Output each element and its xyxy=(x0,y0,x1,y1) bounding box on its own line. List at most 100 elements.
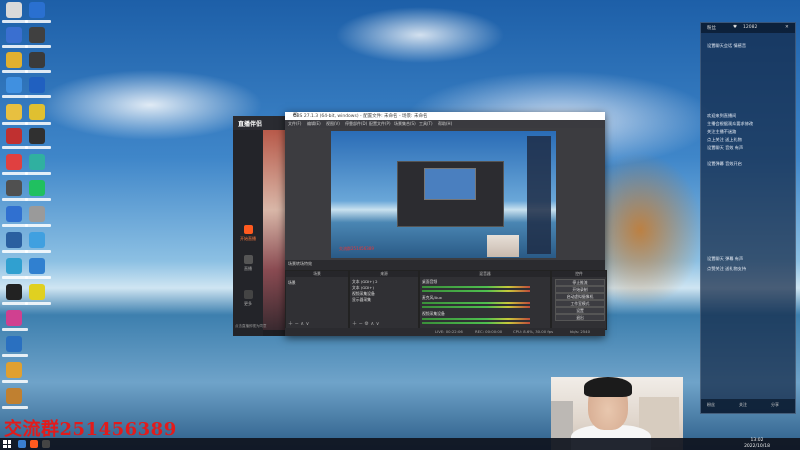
desktop-icon[interactable] xyxy=(6,2,22,18)
desktop-icon[interactable] xyxy=(6,388,22,404)
desktop-icon[interactable] xyxy=(6,128,22,144)
obs-preview[interactable]: 交流群251456389 xyxy=(331,131,556,258)
desktop-icon[interactable] xyxy=(6,232,22,248)
mixer-meter xyxy=(422,322,530,324)
desktop-icon[interactable] xyxy=(6,206,22,222)
desktop-icon[interactable] xyxy=(29,154,45,170)
scene-item[interactable]: 场景 xyxy=(288,280,296,286)
desktop-icon[interactable] xyxy=(6,52,22,68)
chat-message: 点赞关注 送礼物支持 xyxy=(707,266,747,271)
fan-count: 12082 xyxy=(743,25,758,30)
live-timer: LIVE: 00:22:06 xyxy=(435,329,463,334)
desktop-icon[interactable] xyxy=(29,232,45,248)
close-icon[interactable]: ✕ xyxy=(785,25,789,30)
chat-footer-item[interactable]: 关注 xyxy=(739,402,747,408)
desktop-icon[interactable] xyxy=(6,336,22,352)
desktop-icon[interactable] xyxy=(29,27,45,43)
live-more-icon[interactable] xyxy=(244,290,253,299)
menu-scene-collection[interactable]: 场景集合(S) xyxy=(394,121,416,127)
desktop-icon[interactable] xyxy=(29,284,45,300)
desktop-icon[interactable] xyxy=(29,2,45,18)
exit-button[interactable]: 退出 xyxy=(555,314,605,321)
obs-menu-bar: 文件(F) 编辑(E) 视图(V) 停靠部件(D) 配置文件(P) 场景集合(S… xyxy=(285,120,605,128)
chat-footer-item[interactable]: 粉丝 xyxy=(707,402,715,408)
studio-mode-button[interactable]: 工作室模式 xyxy=(555,300,605,307)
desktop-icon[interactable] xyxy=(29,52,45,68)
mixer-meter xyxy=(422,302,530,304)
mixer-meter xyxy=(422,286,530,288)
live-side-item-live[interactable]: 直播 xyxy=(238,266,258,272)
mixer-dock-header: 混音器 xyxy=(420,271,550,277)
desktop-icon[interactable] xyxy=(29,206,45,222)
desktop-icon[interactable] xyxy=(6,284,22,300)
settings-button[interactable]: 设置 xyxy=(555,307,605,314)
scenes-dock-buttons[interactable]: ＋ − ∧ ∨ xyxy=(288,320,309,327)
menu-profile[interactable]: 配置文件(P) xyxy=(369,121,391,127)
desktop-icon[interactable] xyxy=(6,104,22,120)
controls-dock-header: 控件 xyxy=(552,271,606,277)
taskbar-clock[interactable]: 13:02 2022/10/18 xyxy=(744,438,770,450)
live-start-icon[interactable] xyxy=(244,225,253,234)
clock-date: 2022/10/18 xyxy=(744,444,770,449)
chat-message: 设置聊天 弹幕 有声 xyxy=(707,256,744,261)
virtual-camera-button[interactable]: 启动虚拟摄像机 xyxy=(555,293,605,300)
obs-preview-area: 交流群251456389 xyxy=(285,128,605,266)
taskbar-app-icon[interactable] xyxy=(42,440,50,448)
taskbar-app-icon[interactable] xyxy=(30,440,38,448)
live-side-item-more[interactable]: 更多 xyxy=(238,301,258,307)
desktop-icon[interactable] xyxy=(29,128,45,144)
preview-nested-inner xyxy=(424,168,476,200)
live-side-item-start[interactable]: 开始直播 xyxy=(238,236,258,242)
preview-webcam xyxy=(487,235,519,257)
chat-footer-item[interactable]: 分享 xyxy=(771,402,779,408)
preview-nested-window xyxy=(397,161,504,227)
desktop-icon[interactable] xyxy=(6,77,22,93)
mixer-channel-label: 桌面音频 xyxy=(422,279,438,284)
mixer-channel-label: 麦克风/Aux xyxy=(422,295,442,300)
desktop-icon[interactable] xyxy=(6,258,22,274)
desktop-icon[interactable] xyxy=(29,180,45,196)
chat-message: 设置聊天会话 情感音 xyxy=(707,43,747,48)
taskbar-app-icon[interactable] xyxy=(18,440,26,448)
sources-dock-buttons[interactable]: ＋ − ⚙ ∧ ∨ xyxy=(352,320,379,327)
menu-view[interactable]: 视图(V) xyxy=(326,121,340,127)
stop-streaming-button[interactable]: 停止推流 xyxy=(555,279,605,286)
preview-chat-panel xyxy=(527,136,551,254)
chat-message: 关注主播不迷路 xyxy=(707,129,737,134)
desktop-icon[interactable] xyxy=(6,362,22,378)
live-side-icon[interactable] xyxy=(244,255,253,264)
desktop-icon[interactable] xyxy=(6,154,22,170)
obs-window: OBS 27.1.3 (64-bit, windows) - 配置文件: 未命名… xyxy=(285,112,607,336)
live-app-sidebar: 开始直播 直播 更多 xyxy=(233,130,263,336)
menu-help[interactable]: 帮助(H) xyxy=(438,121,452,127)
rec-timer: REC: 00:00:00 xyxy=(475,329,503,334)
live-app-footer: 点击直播即视为同意 xyxy=(235,324,267,328)
taskbar: 13:02 2022/10/18 xyxy=(0,438,800,450)
cpu-usage: CPU: 8.6%, 30.00 fps xyxy=(513,329,554,334)
scenes-dock-header: 场景 xyxy=(286,271,348,277)
desktop-icon[interactable] xyxy=(29,258,45,274)
heart-icon: ♥ xyxy=(733,25,738,30)
windows-start-icon[interactable] xyxy=(3,440,11,448)
menu-docks[interactable]: 停靠部件(D) xyxy=(345,121,367,127)
menu-file[interactable]: 文件(F) xyxy=(288,121,301,127)
desktop-icon[interactable] xyxy=(6,27,22,43)
scenes-dock: 场景 场景 ＋ − ∧ ∨ xyxy=(285,270,349,330)
menu-edit[interactable]: 编辑(E) xyxy=(307,121,321,127)
desktop-icon[interactable] xyxy=(29,104,45,120)
source-item[interactable]: 显示器采集 xyxy=(352,297,371,303)
close-icon[interactable]: ✕ xyxy=(293,112,601,118)
mixer-meter xyxy=(422,318,530,320)
start-recording-button[interactable]: 开始录制 xyxy=(555,286,605,293)
desktop-icon[interactable] xyxy=(6,180,22,196)
chat-panel: ♥ 粉丝 12082 ✕ 设置聊天会话 情感音 欢迎来到直播间 主播会根据观众要… xyxy=(700,22,796,414)
mixer-channel-label: 视频采集设备 xyxy=(422,311,445,316)
bitrate: kb/s: 2540 xyxy=(570,329,591,334)
obs-status-bar: LIVE: 00:22:06 REC: 00:00:00 CPU: 8.6%, … xyxy=(285,328,605,336)
chat-message: 点上关注 送上礼物 xyxy=(707,137,742,142)
menu-tools[interactable]: 工具(T) xyxy=(419,121,433,127)
mixer-dock: 混音器 桌面音频 麦克风/Aux 视频采集设备 xyxy=(419,270,551,330)
live-stream-app-window: 直播伴侣 开始直播 直播 更多 点击直播即视为同意 xyxy=(233,116,289,336)
desktop-icon[interactable] xyxy=(29,77,45,93)
desktop-icon[interactable] xyxy=(6,310,22,326)
